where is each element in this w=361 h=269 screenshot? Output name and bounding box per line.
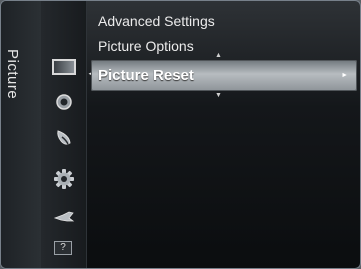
- input-icon[interactable]: [53, 206, 75, 228]
- menu-icon-bar: ?: [41, 1, 87, 268]
- category-panel: Picture: [1, 1, 42, 268]
- tv-menu-screen: Picture ? ◄ Advanced Setti: [0, 0, 361, 269]
- right-arrow-icon: ►: [341, 72, 348, 79]
- menu-item-picture-reset[interactable]: Picture Reset ►: [91, 60, 357, 91]
- channel-icon[interactable]: [53, 127, 75, 149]
- up-arrow-icon: ▲: [215, 52, 222, 59]
- down-arrow-icon: ▼: [215, 92, 222, 99]
- selected-item-label: Picture Reset: [98, 67, 194, 84]
- menu-item-picture-options[interactable]: Picture Options: [98, 38, 194, 54]
- sound-icon[interactable]: [53, 91, 75, 113]
- menu-item-advanced-settings[interactable]: Advanced Settings: [98, 13, 215, 29]
- support-icon[interactable]: ?: [54, 241, 72, 255]
- category-label: Picture: [4, 49, 21, 100]
- setup-icon[interactable]: [53, 168, 75, 190]
- picture-icon[interactable]: [52, 59, 76, 75]
